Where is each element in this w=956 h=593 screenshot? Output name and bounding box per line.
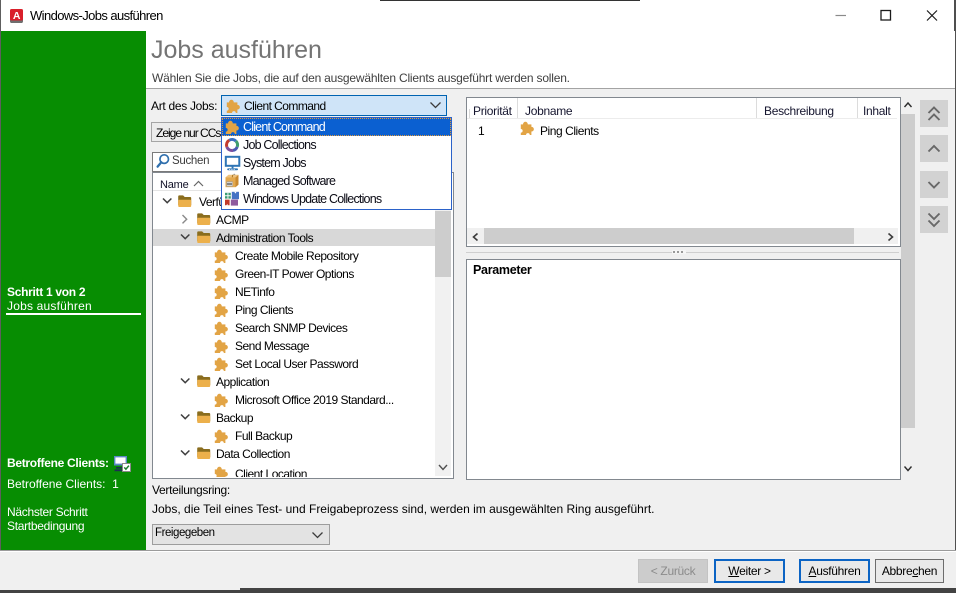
svg-text:A: A bbox=[13, 10, 21, 22]
